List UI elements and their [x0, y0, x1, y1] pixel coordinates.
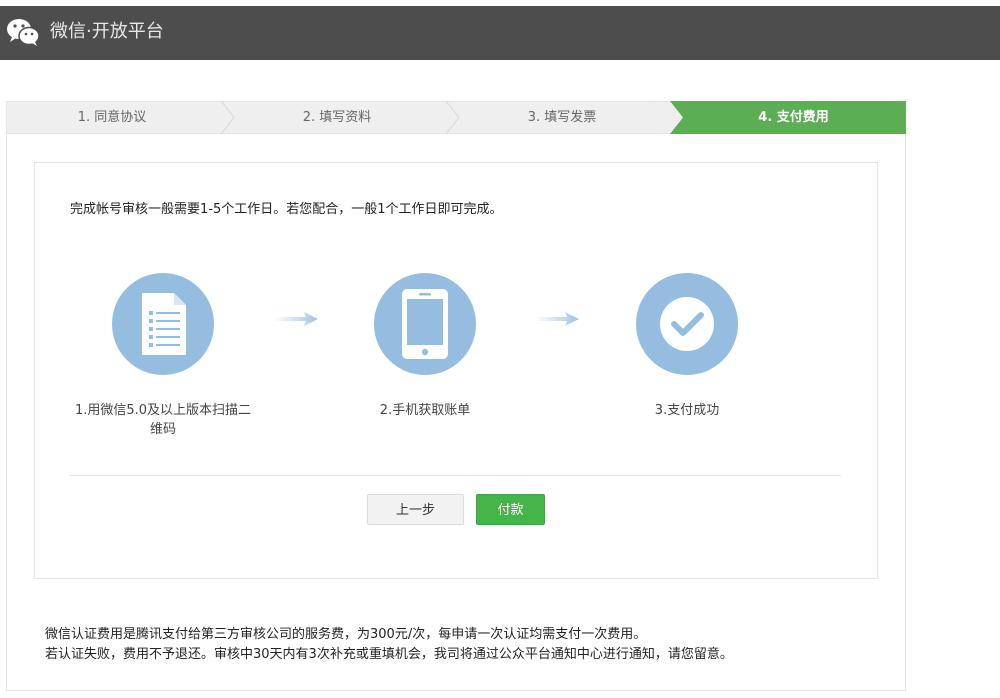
success-step-circle [636, 273, 738, 375]
fee-notice-line1: 微信认证费用是腾讯支付给第三方审核公司的服务费，为300元/次，每申请一次认证均… [45, 627, 647, 642]
success-step-caption: 3.支付成功 [594, 401, 780, 420]
previous-step-button[interactable]: 上一步 [367, 494, 464, 525]
bill-step-circle [374, 273, 476, 375]
top-bar: 微信·开放平台 [0, 6, 1000, 60]
pay-button[interactable]: 付款 [476, 494, 545, 525]
fee-notice: 微信认证费用是腾讯支付给第三方审核公司的服务费，为300元/次，每申请一次认证均… [45, 625, 733, 665]
step-pay-fee: 4. 支付费用 [758, 110, 829, 125]
divider [70, 475, 841, 476]
step-fill-invoice: 3. 填写发票 [527, 110, 597, 125]
document-icon [142, 293, 186, 355]
checkmark-icon [660, 297, 714, 351]
scan-step-circle [112, 273, 214, 375]
bill-step-caption: 2.手机获取账单 [332, 401, 518, 420]
wechat-logo-icon[interactable] [6, 16, 40, 48]
step-agree-protocol: 1. 同意协议 [77, 110, 147, 125]
scan-step-caption-line2: 维码 [149, 422, 176, 437]
mobile-phone-icon [402, 289, 448, 359]
step-progress-bar: 1. 同意协议 2. 填写资料 3. 填写发票 4. 支付费用 [6, 101, 906, 134]
platform-title: 微信·开放平台 [50, 21, 164, 42]
scan-step-caption: 1.用微信5.0及以上版本扫描二 维码 [70, 401, 256, 439]
arrow-right-icon [274, 312, 318, 326]
scan-step-caption-line1: 1.用微信5.0及以上版本扫描二 [74, 403, 252, 418]
review-time-text: 完成帐号审核一般需要1-5个工作日。若您配合，一般1个工作日即可完成。 [70, 202, 503, 217]
fee-notice-line2: 若认证失败，费用不予退还。审核中30天内有3次补充或重填机会，我司将通过公众平台… [45, 647, 733, 662]
arrow-right-icon [535, 312, 579, 326]
bill-step-caption-line1: 2.手机获取账单 [379, 403, 471, 418]
success-step-caption-line1: 3.支付成功 [654, 403, 720, 418]
step-fill-info: 2. 填写资料 [302, 110, 372, 125]
